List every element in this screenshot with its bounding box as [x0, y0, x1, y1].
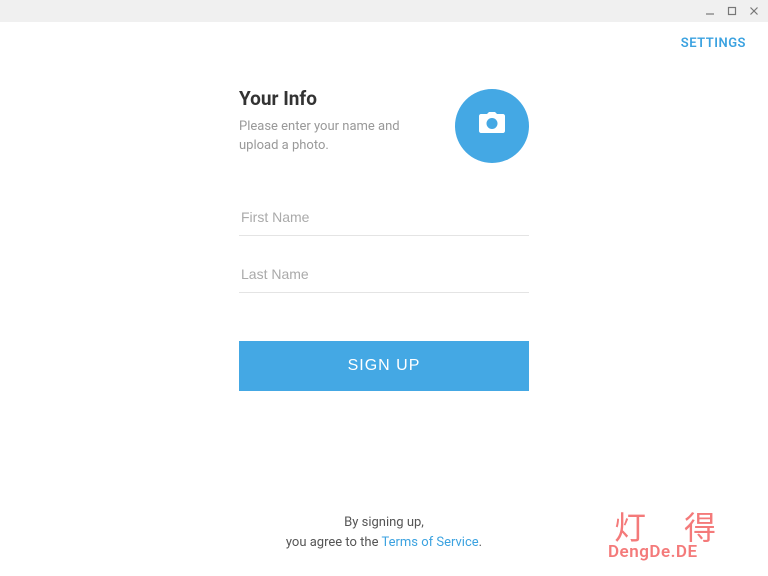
camera-icon [478, 112, 506, 140]
minimize-button[interactable] [704, 5, 716, 17]
signup-button[interactable]: SIGN UP [239, 341, 529, 391]
window-titlebar [0, 0, 768, 22]
terms-footer: By signing up, you agree to the Terms of… [0, 513, 768, 552]
avatar-upload-button[interactable] [455, 89, 529, 163]
info-text: Your Info Please enter your name and upl… [239, 87, 455, 156]
signup-form: SIGN UP [239, 199, 529, 391]
maximize-button[interactable] [726, 5, 738, 17]
close-button[interactable] [748, 5, 760, 17]
last-name-field[interactable] [239, 256, 529, 293]
page-description: Please enter your name and upload a phot… [239, 118, 435, 156]
footer-line1: By signing up, [344, 515, 424, 530]
main-content: Your Info Please enter your name and upl… [239, 87, 529, 391]
first-name-field[interactable] [239, 199, 529, 236]
page-title: Your Info [239, 87, 435, 110]
footer-line2-prefix: you agree to the [286, 535, 382, 550]
settings-link[interactable]: SETTINGS [681, 36, 746, 51]
terms-of-service-link[interactable]: Terms of Service [381, 535, 478, 550]
header: SETTINGS [0, 22, 768, 51]
footer-line2-suffix: . [479, 535, 482, 550]
info-row: Your Info Please enter your name and upl… [239, 87, 529, 163]
